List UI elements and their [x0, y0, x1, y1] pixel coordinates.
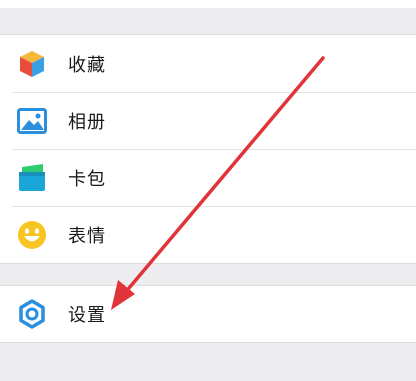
- card-wallet-icon: [17, 163, 47, 193]
- settings-gear-icon: [17, 299, 47, 329]
- menu-item-label: 表情: [68, 225, 106, 247]
- sticker-smiley-icon: [17, 220, 47, 250]
- menu-item-label: 相册: [68, 111, 106, 133]
- menu-item-favorites[interactable]: 收藏: [0, 35, 416, 92]
- menu-item-album[interactable]: 相册: [0, 92, 416, 149]
- menu-group-settings: 设置: [0, 285, 416, 343]
- favorites-cube-icon: [17, 49, 47, 79]
- album-picture-icon: [17, 106, 47, 136]
- menu-item-label: 设置: [68, 305, 106, 326]
- menu-item-settings[interactable]: 设置: [0, 286, 416, 342]
- menu-item-label: 收藏: [68, 54, 106, 76]
- menu-item-stickers[interactable]: 表情: [0, 206, 416, 263]
- menu-item-card-wallet[interactable]: 卡包: [0, 149, 416, 206]
- top-list-edge: [0, 0, 416, 8]
- menu-group-main: 收藏 相册 卡包 表情: [0, 34, 416, 264]
- menu-item-label: 卡包: [68, 168, 106, 190]
